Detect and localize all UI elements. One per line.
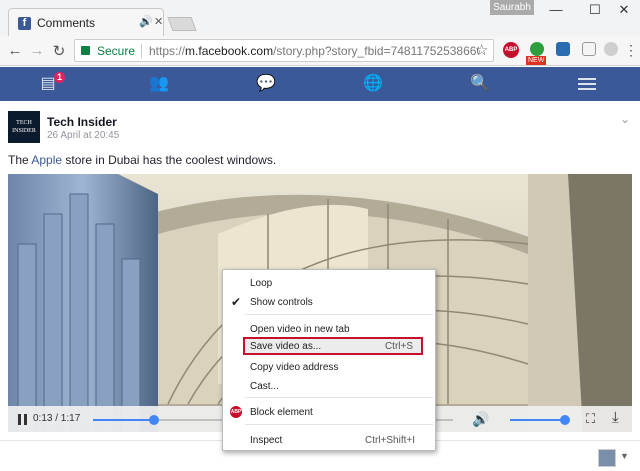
page-name[interactable]: Tech Insider (47, 115, 117, 129)
menu-separator (245, 314, 433, 315)
context-menu: Loop ✔ Show controls Open video in new t… (222, 269, 436, 451)
extension-new-badge: NEW (526, 56, 547, 65)
profile-badge[interactable]: Saurabh (490, 0, 534, 15)
menu-item-label: Block element (250, 407, 313, 418)
extension-shield-icon[interactable] (582, 42, 596, 56)
maximize-icon[interactable]: ☐ (585, 2, 605, 18)
reload-icon[interactable]: ↻ (50, 42, 68, 60)
menu-item-show-controls[interactable]: ✔ Show controls (223, 293, 435, 311)
menu-item-shortcut: Ctrl+Shift+I (364, 435, 415, 446)
window-close-icon[interactable]: ✕ (614, 2, 634, 18)
address-bar[interactable]: Secure https://m.facebook.com/story.php?… (74, 39, 494, 62)
menu-item-label: Show controls (250, 297, 313, 308)
lock-icon (81, 46, 90, 55)
seek-bar-played[interactable] (93, 419, 155, 421)
page-avatar[interactable]: TECH INSIDER (8, 111, 40, 143)
menu-item-label: Save video as... (250, 341, 322, 352)
post-text-end: store in Dubai has the coolest windows. (62, 153, 277, 167)
tab-audio-icon[interactable]: 🔊 (139, 15, 153, 28)
friend-requests-icon[interactable]: 👥 (149, 75, 169, 93)
extension-blue-icon[interactable] (556, 42, 570, 56)
menu-item-block-element[interactable]: ABP Block element (223, 403, 435, 421)
post-options-chevron-icon[interactable]: ⌄ (620, 112, 630, 126)
menu-item-open-video-new-tab[interactable]: Open video in new tab (223, 320, 435, 338)
menu-hamburger-icon[interactable] (578, 75, 598, 93)
menu-item-label: Open video in new tab (250, 324, 350, 335)
menu-item-loop[interactable]: Loop (223, 274, 435, 292)
url-text: https://m.facebook.com/story.php?story_f… (149, 44, 479, 58)
menu-separator (245, 397, 433, 398)
search-icon[interactable]: 🔍 (470, 75, 490, 93)
download-icon[interactable]: ⤓ (612, 409, 619, 426)
apple-link[interactable]: Apple (31, 153, 62, 167)
post-text-start: The (8, 153, 32, 167)
browser-tab[interactable]: f Comments 🔊 ✕ (8, 8, 164, 36)
volume-icon[interactable]: 🔊 (472, 411, 489, 428)
post-date[interactable]: 26 April at 20:45 (47, 130, 119, 141)
notification-badge: 1 (54, 72, 66, 83)
forward-icon[interactable]: → (28, 42, 46, 59)
menu-item-label: Cast... (250, 381, 279, 392)
messages-icon[interactable]: 💬 (256, 75, 276, 93)
url-path: /story.php?story_fbid=748117525386606 (273, 44, 479, 58)
menu-item-cast[interactable]: Cast... (223, 377, 435, 395)
post-text: The Apple store in Dubai has the coolest… (8, 153, 276, 167)
menu-item-copy-video-address[interactable]: Copy video address (223, 358, 435, 376)
user-menu-chevron-icon[interactable]: ▼ (620, 451, 629, 461)
tab-strip: f Comments 🔊 ✕ Saurabh — ☐ ✕ (0, 0, 640, 36)
menu-separator (245, 424, 433, 425)
user-avatar[interactable] (598, 449, 616, 467)
menu-item-save-video-as[interactable]: Save video as... Ctrl+S (243, 337, 423, 355)
new-tab-button[interactable] (167, 17, 197, 31)
minimize-icon[interactable]: — (546, 2, 566, 17)
url-host: m.facebook.com (185, 44, 274, 58)
back-icon[interactable]: ← (6, 42, 24, 59)
menu-item-label: Copy video address (250, 362, 339, 373)
extension-green-icon[interactable] (530, 42, 544, 56)
tab-title: Comments (37, 16, 96, 30)
url-scheme: https:// (149, 44, 186, 58)
menu-item-inspect[interactable]: Inspect Ctrl+Shift+I (223, 431, 435, 449)
pause-icon[interactable] (18, 414, 27, 425)
extension-gray-icon[interactable] (604, 42, 618, 56)
seek-thumb[interactable] (149, 415, 160, 425)
adblock-extension-icon[interactable]: ABP (503, 42, 519, 58)
video-time: 0:13 / 1:17 (33, 413, 81, 424)
facebook-navbar: ▤ 👥 💬 🌐 🔍 (0, 67, 640, 101)
browser-menu-icon[interactable]: ⋮ (624, 42, 638, 59)
fullscreen-icon[interactable]: ⛶ (586, 411, 595, 427)
volume-thumb[interactable] (560, 415, 571, 425)
facebook-favicon-icon: f (18, 17, 31, 30)
checkmark-icon: ✔ (231, 295, 242, 309)
menu-item-label: Inspect (250, 435, 283, 446)
adblock-icon: ABP (230, 406, 242, 418)
notifications-globe-icon[interactable]: 🌐 (363, 75, 383, 93)
address-separator (141, 44, 142, 58)
menu-item-shortcut: Ctrl+S (384, 341, 413, 352)
secure-label: Secure (97, 44, 136, 58)
tab-close-icon[interactable]: ✕ (154, 15, 163, 28)
menu-item-label: Loop (250, 278, 273, 289)
bookmark-star-icon[interactable]: ☆ (475, 41, 488, 59)
